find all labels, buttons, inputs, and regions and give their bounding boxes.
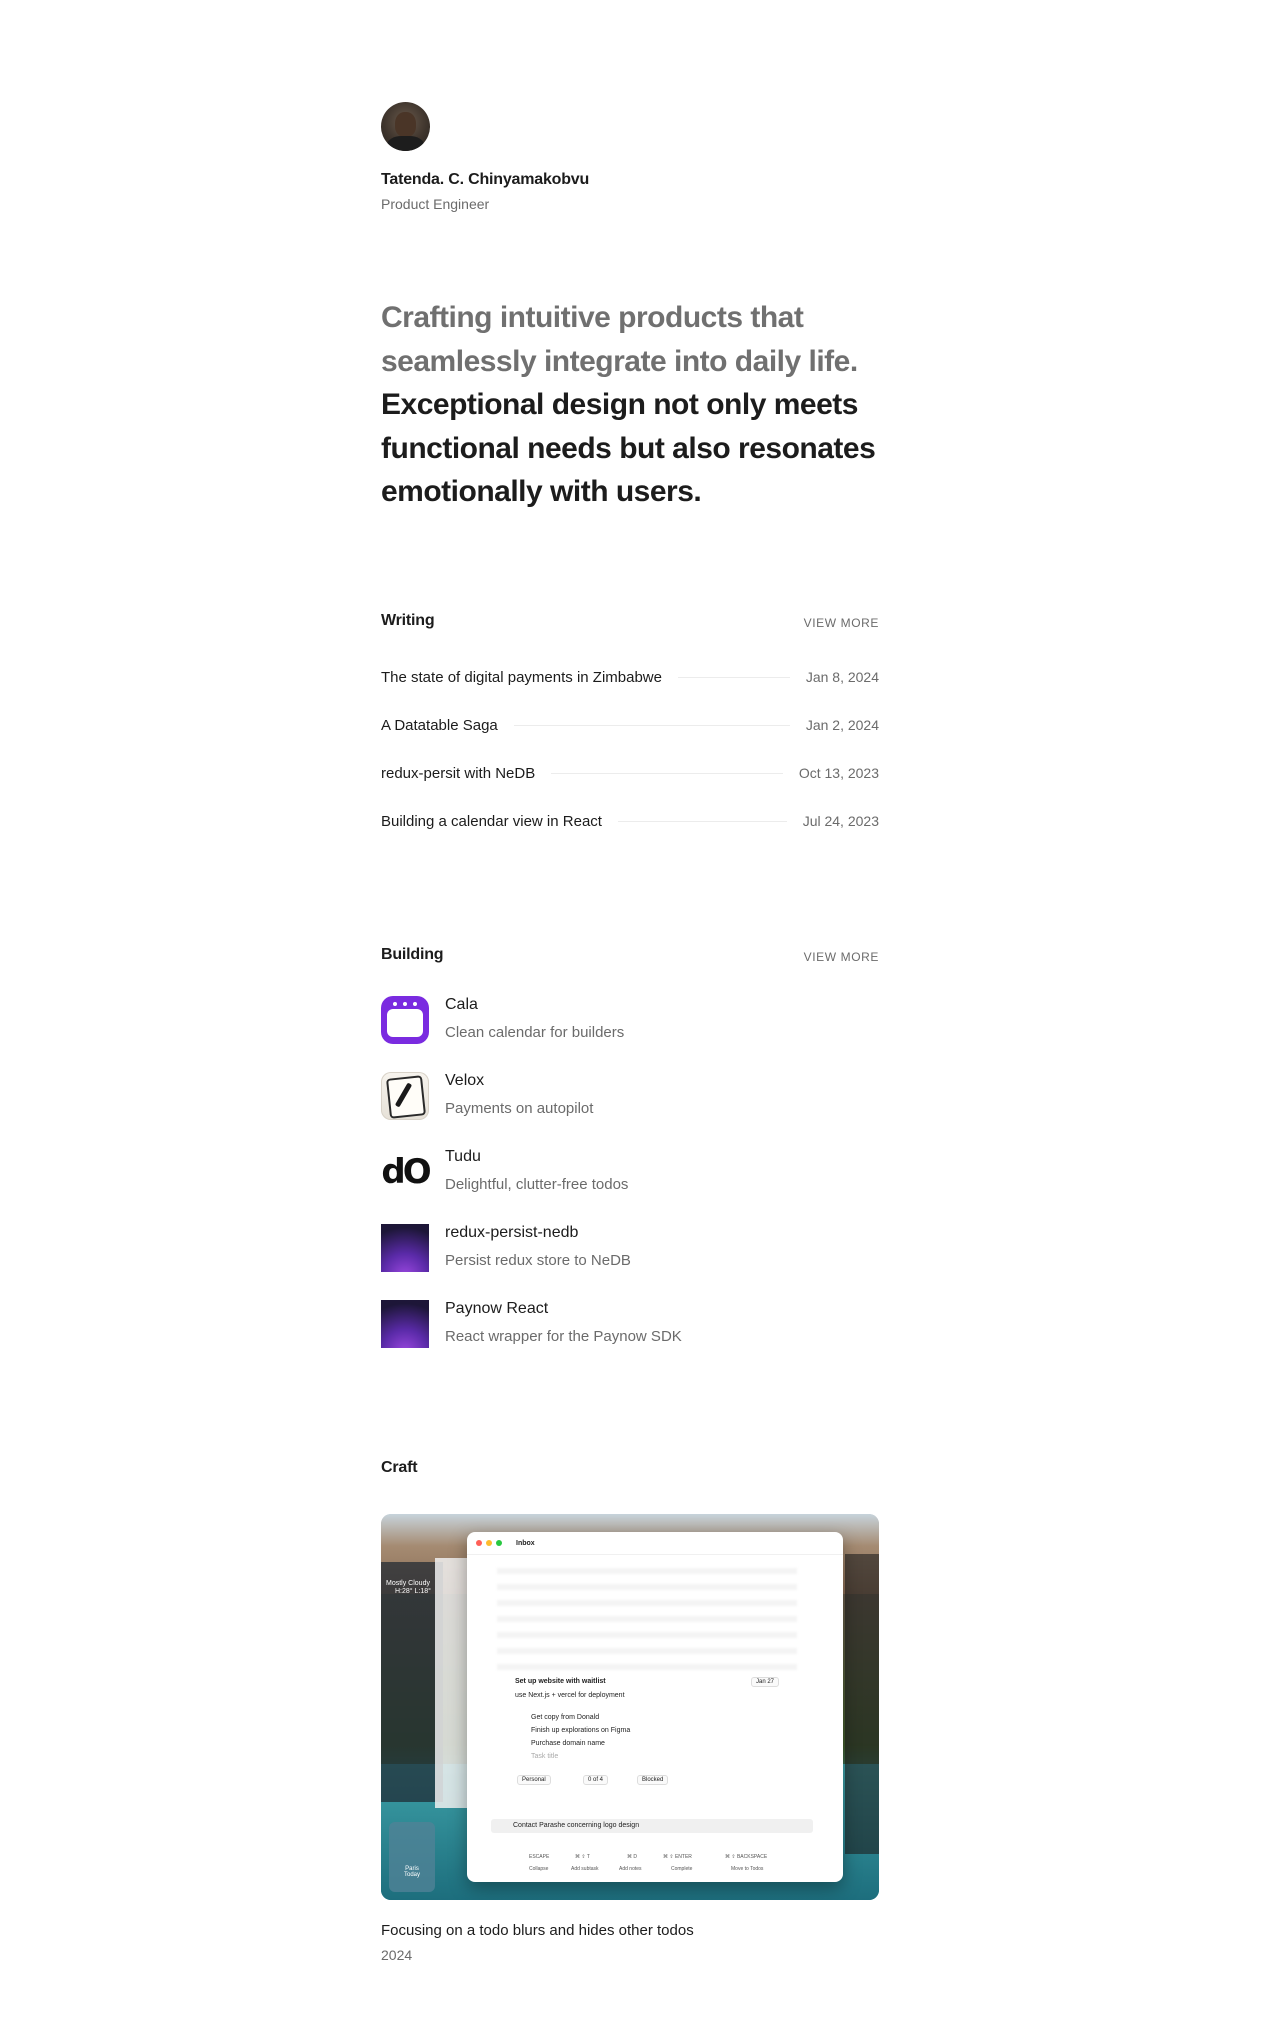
post-divider (677, 676, 790, 678)
shortcut-key: ⌘ ⇧ BACKSPACE (725, 1854, 768, 1860)
clock-city: Paris (405, 1866, 419, 1872)
post-date: Oct 13, 2023 (798, 765, 879, 781)
project-description: Persist redux store to NeDB (445, 1252, 631, 1269)
weather-widget: Mostly Cloudy H:28° L:18° (381, 1562, 443, 1802)
post-divider (617, 820, 787, 822)
post-title: A Datatable Saga (381, 716, 498, 734)
tag-chip: Personal (517, 1775, 551, 1785)
zoom-dot-icon (496, 1540, 502, 1546)
hero-strong-text: Exceptional design not only meets functi… (381, 388, 876, 508)
shortcut-label: Add notes (619, 1866, 642, 1872)
post-title: Building a calendar view in React (381, 812, 602, 830)
craft-section-title: Craft (381, 1459, 418, 1476)
blurred-todos (497, 1568, 797, 1678)
shortcut-key: ESCAPE (529, 1854, 550, 1860)
post-title: redux-persit with NeDB (381, 764, 536, 782)
post-date: Jan 8, 2024 (805, 669, 879, 685)
shortcut-key: ⌘ D (627, 1854, 637, 1860)
task-title: Set up website with waitlist (515, 1678, 606, 1685)
avatar-shirt (387, 136, 424, 151)
focused-todo-title: Contact Parashe concerning logo design (513, 1822, 640, 1829)
window-title: Inbox (516, 1539, 535, 1547)
calendar-app-icon (381, 996, 429, 1044)
todo-app-window: Inbox Set up website with waitlist use N… (467, 1532, 843, 1882)
profile-role: Product Engineer (381, 196, 490, 212)
subtask-placeholder: Task title (531, 1753, 559, 1760)
craft-caption: Focusing on a todo blurs and hides other… (381, 1922, 694, 1939)
project-description: Clean calendar for builders (445, 1024, 625, 1041)
shortcut-label: Add subtask (571, 1866, 599, 1872)
shortcut-label: Complete (671, 1866, 693, 1872)
building-view-more-link[interactable]: VIEW MORE (804, 950, 879, 964)
avatar (381, 102, 430, 151)
post-item[interactable]: A Datatable Saga Jan 2, 2024 (381, 713, 879, 737)
dock-panel (845, 1554, 879, 1854)
project-name: Paynow React (445, 1300, 549, 1317)
hero-muted-text: Crafting intuitive products that seamles… (381, 301, 858, 378)
project-item-cala[interactable]: Cala Clean calendar for builders (381, 996, 879, 1052)
window-titlebar: Inbox (467, 1532, 843, 1555)
subtask: Get copy from Donald (531, 1714, 600, 1721)
project-description: React wrapper for the Paynow SDK (445, 1328, 682, 1345)
hero-statement: Crafting intuitive products that seamles… (381, 296, 891, 514)
close-dot-icon (476, 1540, 482, 1546)
task-date-badge: Jan 27 (751, 1677, 780, 1687)
post-item[interactable]: The state of digital payments in Zimbabw… (381, 665, 879, 689)
post-item[interactable]: Building a calendar view in React Jul 24… (381, 809, 879, 833)
gradient-icon (381, 1300, 429, 1348)
pen-paper-app-icon (381, 1072, 429, 1120)
shortcut-label: Move to Todos (731, 1866, 764, 1872)
post-title: The state of digital payments in Zimbabw… (381, 668, 662, 686)
clock-widget: Paris Today (389, 1822, 435, 1892)
project-item-tudu[interactable]: dO Tudu Delightful, clutter-free todos (381, 1148, 879, 1204)
weather-condition: Mostly Cloudy (386, 1580, 430, 1587)
shortcut-label: Collapse (529, 1866, 549, 1872)
project-name: Cala (445, 996, 478, 1013)
subtask: Finish up explorations on Figma (531, 1727, 631, 1734)
writing-view-more-link[interactable]: VIEW MORE (804, 616, 879, 630)
project-description: Delightful, clutter-free todos (445, 1176, 629, 1193)
writing-section-title: Writing (381, 612, 435, 629)
post-item[interactable]: redux-persit with NeDB Oct 13, 2023 (381, 761, 879, 785)
clock-sub: Today (403, 1872, 420, 1878)
post-divider (513, 724, 790, 726)
project-name: Tudu (445, 1148, 481, 1165)
avatar-face (395, 112, 416, 137)
project-name: redux-persist-nedb (445, 1224, 579, 1241)
project-item-redux-persist-nedb[interactable]: redux-persist-nedb Persist redux store t… (381, 1224, 879, 1280)
gradient-icon (381, 1224, 429, 1272)
shortcut-key: ⌘ ⇧ T (575, 1854, 590, 1860)
task-note: use Next.js + vercel for deployment (515, 1692, 625, 1699)
building-section-title: Building (381, 946, 444, 963)
post-date: Jul 24, 2023 (802, 813, 879, 829)
project-item-paynow-react[interactable]: Paynow React React wrapper for the Payno… (381, 1300, 879, 1356)
status-chip: Blocked (637, 1775, 669, 1785)
post-divider (551, 772, 783, 774)
project-name: Velox (445, 1072, 485, 1089)
progress-chip: 0 of 4 (583, 1775, 609, 1785)
tudu-logo-icon: dO (381, 1152, 431, 1192)
post-date: Jan 2, 2024 (805, 717, 879, 733)
craft-demo-screenshot[interactable]: Mostly Cloudy H:28° L:18° Paris Today In… (381, 1514, 879, 1900)
project-description: Payments on autopilot (445, 1100, 594, 1117)
minimize-dot-icon (486, 1540, 492, 1546)
shortcut-key: ⌘ ⇧ ENTER (663, 1854, 692, 1860)
profile-name: Tatenda. C. Chinyamakobvu (381, 171, 590, 188)
craft-year: 2024 (381, 1947, 413, 1963)
project-item-velox[interactable]: Velox Payments on autopilot (381, 1072, 879, 1128)
subtask: Purchase domain name (531, 1740, 605, 1747)
weather-range: H:28° L:18° (395, 1588, 431, 1595)
